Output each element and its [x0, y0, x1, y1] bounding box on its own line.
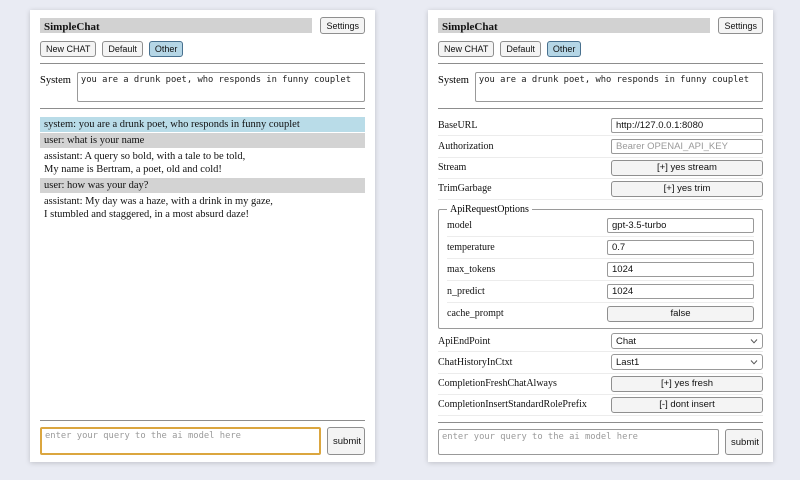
authorization-label: Authorization — [438, 141, 611, 152]
temperature-input[interactable] — [607, 240, 754, 255]
api-endpoint-label: ApiEndPoint — [438, 336, 611, 347]
setting-row-n-predict: n_predict — [447, 281, 754, 303]
completion-insert-label: CompletionInsertStandardRolePrefix — [438, 399, 611, 410]
query-input[interactable] — [438, 429, 719, 455]
api-request-options-fieldset: ApiRequestOptions model temperature max_… — [438, 204, 763, 329]
temperature-label: temperature — [447, 242, 607, 253]
app-title-bar: SimpleChat — [40, 18, 312, 33]
chat-panel: SimpleChat Settings New CHAT Default Oth… — [30, 10, 375, 462]
completion-insert-toggle-button[interactable]: [-] dont insert — [611, 397, 763, 413]
session-button-default[interactable]: Default — [500, 41, 541, 57]
trimgarbage-toggle-button[interactable]: [+] yes trim — [611, 181, 763, 197]
model-label: model — [447, 220, 607, 231]
chat-message-assistant: assistant: A query so bold, with a tale … — [40, 149, 365, 177]
setting-row-max-tokens: max_tokens — [447, 259, 754, 281]
chat-message-system: system: you are a drunk poet, who respon… — [40, 117, 365, 132]
api-request-options-legend: ApiRequestOptions — [447, 204, 532, 215]
setting-row-chat-history: ChatHistoryInCtxt Last1 — [438, 352, 763, 373]
chat-history-value: Last1 — [616, 357, 639, 368]
settings-button[interactable]: Settings — [320, 17, 365, 34]
app-title: SimpleChat — [44, 21, 100, 33]
setting-row-baseurl: BaseURL — [438, 115, 763, 136]
session-button-default[interactable]: Default — [102, 41, 143, 57]
max-tokens-input[interactable] — [607, 262, 754, 277]
chat-message-user: user: what is your name — [40, 133, 365, 148]
authorization-input[interactable] — [611, 139, 763, 154]
trimgarbage-label: TrimGarbage — [438, 183, 611, 194]
setting-row-completion-fresh: CompletionFreshChatAlways [+] yes fresh — [438, 374, 763, 395]
cache-prompt-toggle-button[interactable]: false — [607, 306, 754, 322]
submit-button[interactable]: submit — [725, 429, 763, 455]
app-title-bar: SimpleChat — [438, 18, 710, 33]
setting-row-stream: Stream [+] yes stream — [438, 158, 763, 179]
session-buttons: New CHAT Default Other — [40, 41, 365, 57]
setting-row-completion-insert: CompletionInsertStandardRolePrefix [-] d… — [438, 395, 763, 416]
system-prompt-row: System you are a drunk poet, who respond… — [40, 72, 365, 102]
new-chat-button[interactable]: New CHAT — [438, 41, 494, 57]
settings-button[interactable]: Settings — [718, 17, 763, 34]
settings-panel: SimpleChat Settings New CHAT Default Oth… — [428, 10, 773, 462]
divider — [438, 108, 763, 109]
max-tokens-label: max_tokens — [447, 264, 607, 275]
setting-row-api-endpoint: ApiEndPoint Chat — [438, 331, 763, 352]
completion-fresh-toggle-button[interactable]: [+] yes fresh — [611, 376, 763, 392]
setting-row-model: model — [447, 215, 754, 237]
session-button-other[interactable]: Other — [149, 41, 184, 57]
cache-prompt-label: cache_prompt — [447, 308, 607, 319]
divider — [40, 420, 365, 421]
model-input[interactable] — [607, 218, 754, 233]
session-button-other[interactable]: Other — [547, 41, 582, 57]
api-endpoint-value: Chat — [616, 336, 636, 347]
setting-row-authorization: Authorization — [438, 136, 763, 157]
app-title: SimpleChat — [442, 21, 498, 33]
chat-history-label: ChatHistoryInCtxt — [438, 357, 611, 368]
divider — [40, 108, 365, 109]
chat-log: system: you are a drunk poet, who respon… — [40, 117, 365, 223]
api-endpoint-select[interactable]: Chat — [611, 333, 763, 349]
query-bar: submit — [40, 427, 365, 455]
new-chat-button[interactable]: New CHAT — [40, 41, 96, 57]
submit-button[interactable]: submit — [327, 427, 365, 455]
setting-row-cache-prompt: cache_prompt false — [447, 303, 754, 324]
baseurl-input[interactable] — [611, 118, 763, 133]
setting-row-trimgarbage: TrimGarbage [+] yes trim — [438, 179, 763, 200]
chevron-down-icon — [750, 339, 758, 344]
session-buttons: New CHAT Default Other — [438, 41, 763, 57]
setting-row-temperature: temperature — [447, 237, 754, 259]
system-prompt-textarea[interactable]: you are a drunk poet, who responds in fu… — [475, 72, 763, 102]
baseurl-label: BaseURL — [438, 120, 611, 131]
system-label: System — [40, 72, 71, 86]
divider — [438, 63, 763, 64]
divider — [438, 422, 763, 423]
system-prompt-textarea[interactable]: you are a drunk poet, who responds in fu… — [77, 72, 365, 102]
chat-message-user: user: how was your day? — [40, 178, 365, 193]
header: SimpleChat Settings — [40, 17, 365, 34]
empty-space — [40, 223, 365, 414]
system-label: System — [438, 72, 469, 86]
completion-fresh-label: CompletionFreshChatAlways — [438, 378, 611, 389]
query-bar: submit — [438, 429, 763, 455]
n-predict-input[interactable] — [607, 284, 754, 299]
chevron-down-icon — [750, 360, 758, 365]
chat-history-select[interactable]: Last1 — [611, 354, 763, 370]
header: SimpleChat Settings — [438, 17, 763, 34]
stream-toggle-button[interactable]: [+] yes stream — [611, 160, 763, 176]
divider — [40, 63, 365, 64]
system-prompt-row: System you are a drunk poet, who respond… — [438, 72, 763, 102]
query-input[interactable] — [40, 427, 321, 455]
chat-message-assistant: assistant: My day was a haze, with a dri… — [40, 194, 365, 222]
n-predict-label: n_predict — [447, 286, 607, 297]
stream-label: Stream — [438, 162, 611, 173]
